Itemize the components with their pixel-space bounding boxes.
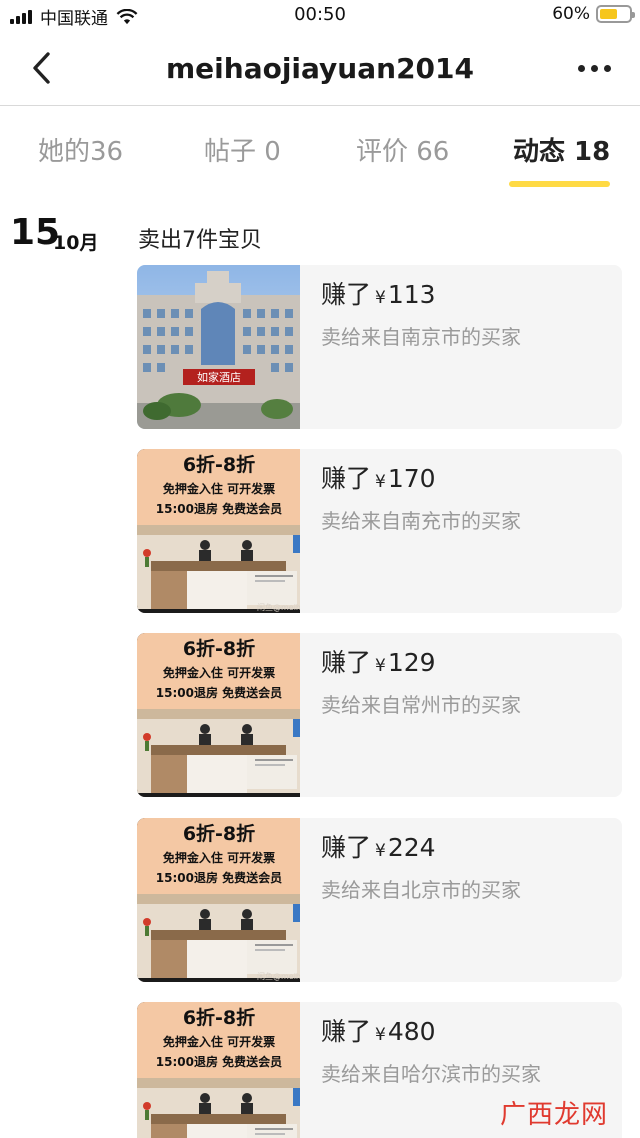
sale-card[interactable]: 6折-8折 免押金入住 可开发票 15:00退房 免费送会员 闲鱼@meihao…	[137, 449, 622, 613]
promo-line-2: 免押金入住 可开发票	[163, 1034, 275, 1049]
earn-value: 129	[387, 648, 436, 677]
promo-line-3: 15:00退房 免费送会员	[156, 1054, 282, 1069]
earn-amount: 赚了 ¥480	[321, 1012, 436, 1048]
buyer-location: 卖给来自北京市的买家	[321, 878, 521, 902]
currency-symbol: ¥	[375, 656, 386, 676]
promo-image: 6折-8折 免押金入住 可开发票 15:00退房 免费送会员	[137, 633, 300, 797]
earn-amount: 赚了 ¥129	[321, 643, 436, 679]
earn-amount: 赚了 ¥170	[321, 459, 436, 495]
earn-value: 224	[387, 833, 436, 862]
item-thumbnail: 6折-8折 免押金入住 可开发票 15:00退房 免费送会员	[137, 633, 300, 797]
currency-symbol: ¥	[375, 472, 386, 492]
tab-activity[interactable]: 动态 18	[513, 131, 610, 168]
promo-image: 6折-8折 免押金入住 可开发票 15:00退房 免费送会员 闲鱼@meihao…	[137, 818, 300, 982]
sold-summary: 卖出7件宝贝	[138, 228, 262, 253]
earn-value: 113	[387, 280, 436, 309]
earn-label: 赚了	[321, 280, 372, 309]
item-thumbnail: 6折-8折 免押金入住 可开发票 15:00退房 免费送会员	[137, 1002, 300, 1138]
buyer-location: 卖给来自常州市的买家	[321, 693, 521, 717]
promo-line-3: 15:00退房 免费送会员	[156, 870, 282, 885]
tab-her-items[interactable]: 她的36	[38, 131, 123, 168]
status-time: 00:50	[294, 4, 346, 25]
status-right: 60%	[552, 4, 635, 24]
battery-level	[600, 9, 617, 19]
buyer-location: 卖给来自南京市的买家	[321, 325, 521, 349]
hotel-sign: 如家酒店	[197, 370, 241, 384]
item-thumbnail: 6折-8折 免押金入住 可开发票 15:00退房 免费送会员 闲鱼@meihao…	[137, 818, 300, 982]
promo-line-2: 免押金入住 可开发票	[163, 665, 275, 680]
tab-reviews[interactable]: 评价 66	[356, 131, 449, 168]
promo-watermark: 闲鱼@meihaojiay	[257, 602, 300, 612]
buyer-location: 卖给来自南充市的买家	[321, 509, 521, 533]
battery-percent: 60%	[552, 4, 590, 24]
promo-line-2: 免押金入住 可开发票	[163, 481, 275, 496]
promo-image: 6折-8折 免押金入住 可开发票 15:00退房 免费送会员 闲鱼@meihao…	[137, 449, 300, 613]
sale-card[interactable]: 6折-8折 免押金入住 可开发票 15:00退房 免费送会员 赚了 ¥129 卖…	[137, 633, 622, 797]
feed-date-month: 10月	[53, 232, 99, 254]
currency-symbol: ¥	[375, 1025, 386, 1045]
promo-line-3: 15:00退房 免费送会员	[156, 501, 282, 516]
currency-symbol: ¥	[375, 841, 386, 861]
buyer-location: 卖给来自哈尔滨市的买家	[321, 1062, 541, 1086]
item-thumbnail: 6折-8折 免押金入住 可开发票 15:00退房 免费送会员 闲鱼@meihao…	[137, 449, 300, 613]
promo-discount: 6折-8折	[183, 454, 255, 476]
more-dots-icon[interactable]	[574, 56, 614, 80]
promo-discount: 6折-8折	[183, 1007, 255, 1029]
status-bar: 中国联通 00:50 60%	[0, 0, 640, 32]
site-watermark: 广西龙网	[499, 1100, 608, 1130]
sale-card[interactable]: 6折-8折 免押金入住 可开发票 15:00退房 免费送会员 闲鱼@meihao…	[137, 818, 622, 982]
earn-label: 赚了	[321, 648, 372, 677]
page-title: meihaojiayuan2014	[166, 52, 474, 85]
promo-image: 6折-8折 免押金入住 可开发票 15:00退房 免费送会员	[137, 1002, 300, 1138]
tab-posts[interactable]: 帖子 0	[204, 131, 281, 168]
hotel-exterior-image: 如家酒店	[137, 265, 300, 429]
promo-discount: 6折-8折	[183, 638, 255, 660]
active-tab-indicator	[509, 181, 610, 187]
earn-amount: 赚了 ¥224	[321, 828, 436, 864]
sale-card[interactable]: 如家酒店 赚了 ¥113 卖给来自南京市的买家	[137, 265, 622, 429]
item-thumbnail: 如家酒店	[137, 265, 300, 429]
promo-watermark: 闲鱼@meihaojiay	[257, 971, 300, 981]
profile-tabs: 她的36 帖子 0 评价 66 动态 18	[0, 107, 640, 191]
currency-symbol: ¥	[375, 288, 386, 308]
earn-value: 170	[387, 464, 436, 493]
promo-discount: 6折-8折	[183, 823, 255, 845]
battery-icon	[596, 5, 635, 23]
earn-label: 赚了	[321, 1017, 372, 1046]
earn-label: 赚了	[321, 464, 372, 493]
earn-amount: 赚了 ¥113	[321, 275, 436, 311]
nav-bar: meihaojiayuan2014	[0, 32, 640, 106]
earn-label: 赚了	[321, 833, 372, 862]
promo-line-2: 免押金入住 可开发票	[163, 850, 275, 865]
earn-value: 480	[387, 1017, 436, 1046]
promo-line-3: 15:00退房 免费送会员	[156, 685, 282, 700]
